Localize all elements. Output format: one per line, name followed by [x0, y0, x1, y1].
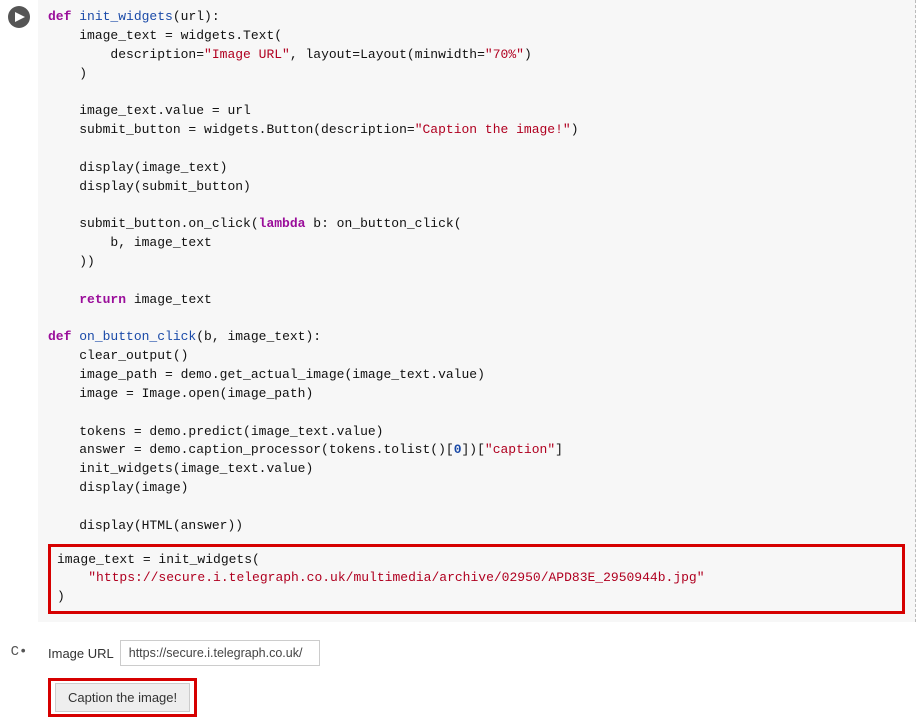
fn-on-button-click: on_button_click	[79, 329, 196, 344]
image-url-label: Image URL	[48, 646, 114, 661]
keyword-def: def	[48, 329, 79, 344]
fn-init-widgets: init_widgets	[79, 9, 173, 24]
highlighted-button-box: Caption the image!	[48, 678, 197, 717]
run-cell-button[interactable]	[8, 6, 30, 28]
keyword-def: def	[48, 9, 79, 24]
cell-output: C• Image URL Caption the image!	[0, 622, 916, 717]
highlighted-invocation: image_text = init_widgets( "https://secu…	[48, 544, 905, 615]
code-cell: def init_widgets(url): image_text = widg…	[0, 0, 916, 622]
output-indicator-icon: C•	[11, 644, 28, 717]
image-url-widget-row: Image URL	[48, 640, 916, 666]
cell-gutter	[0, 0, 38, 622]
image-url-input[interactable]	[120, 640, 320, 666]
output-gutter: C•	[0, 640, 38, 717]
play-icon	[15, 12, 25, 22]
caption-image-button[interactable]: Caption the image!	[55, 683, 190, 712]
code-editor[interactable]: def init_widgets(url): image_text = widg…	[38, 0, 916, 622]
